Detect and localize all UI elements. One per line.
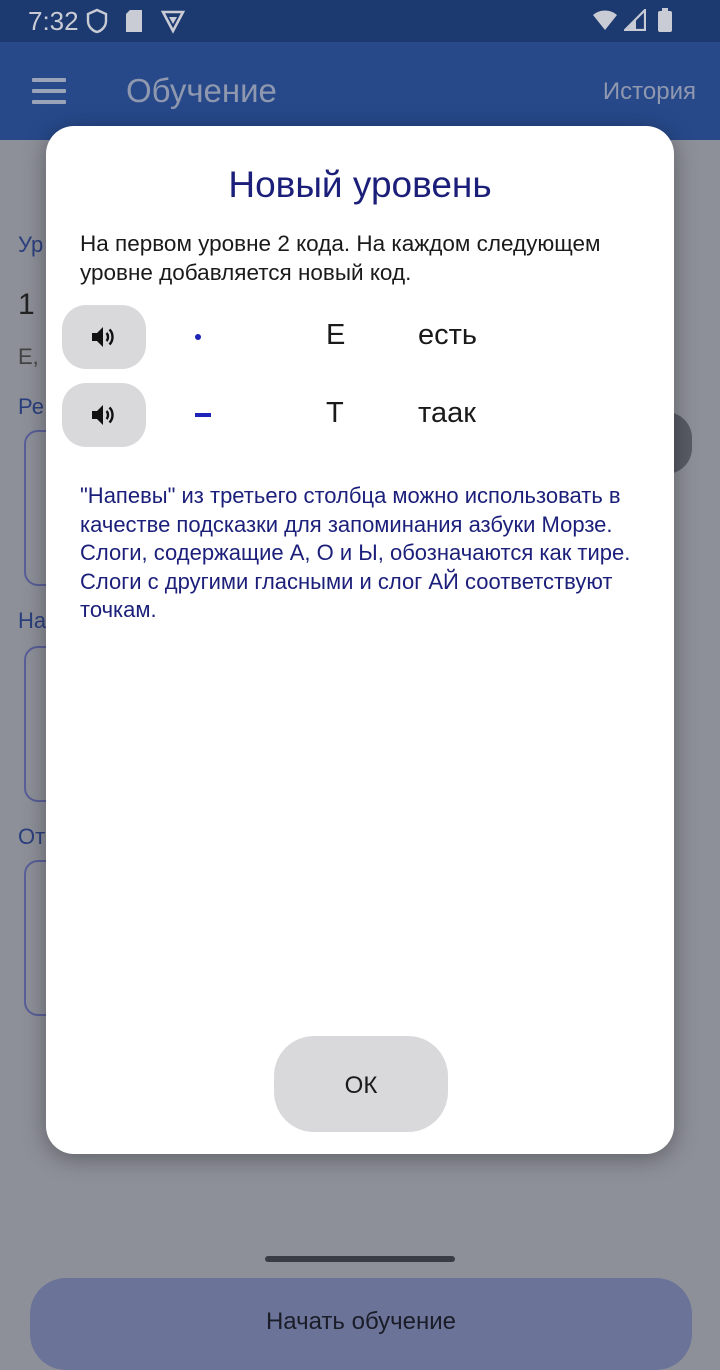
code-letter: Т	[326, 397, 344, 429]
background-label: На	[18, 608, 47, 633]
play-sound-button[interactable]	[62, 305, 146, 369]
morse-dash-icon	[195, 413, 211, 417]
status-bar: 7:32	[0, 0, 720, 42]
vpn-icon	[160, 10, 186, 34]
signal-icon	[624, 9, 646, 31]
speaker-icon	[92, 405, 114, 425]
history-button[interactable]: История	[603, 78, 696, 106]
code-letter: Е	[326, 319, 346, 351]
wifi-icon	[593, 10, 617, 30]
speaker-icon	[92, 327, 114, 347]
battery-icon	[658, 8, 672, 32]
background-label: От	[18, 824, 46, 849]
navigation-handle[interactable]	[265, 1256, 455, 1262]
status-time: 7:32	[28, 6, 79, 36]
background-label: Ре	[18, 394, 44, 419]
code-row: Е есть	[62, 305, 662, 369]
ok-label: ОК	[344, 1072, 378, 1099]
code-mnemonic: есть	[418, 319, 478, 351]
code-row: Т таак	[62, 383, 662, 447]
start-training-label: Начать обучение	[265, 1308, 457, 1335]
dialog-intro: На первом уровне 2 кода. На каждом следу…	[80, 231, 601, 285]
background-value: 1	[18, 288, 35, 321]
morse-dot-icon	[195, 334, 201, 340]
background-label: Ур	[18, 232, 44, 257]
background-label: Е,	[18, 344, 39, 369]
sd-card-icon	[126, 10, 142, 32]
menu-icon[interactable]	[32, 78, 66, 104]
start-training-button[interactable]: Начать обучение	[30, 1278, 692, 1370]
shield-icon	[86, 8, 108, 34]
app-title: Обучение	[126, 72, 277, 109]
code-mnemonic: таак	[418, 397, 476, 429]
new-level-dialog: Новый уровень На первом уровне 2 кода. Н…	[46, 126, 674, 1154]
dialog-title: Новый уровень	[228, 164, 492, 205]
dialog-note: "Напевы" из третьего столбца можно испол…	[80, 483, 631, 622]
play-sound-button[interactable]	[62, 383, 146, 447]
ok-button[interactable]: ОК	[274, 1036, 448, 1132]
